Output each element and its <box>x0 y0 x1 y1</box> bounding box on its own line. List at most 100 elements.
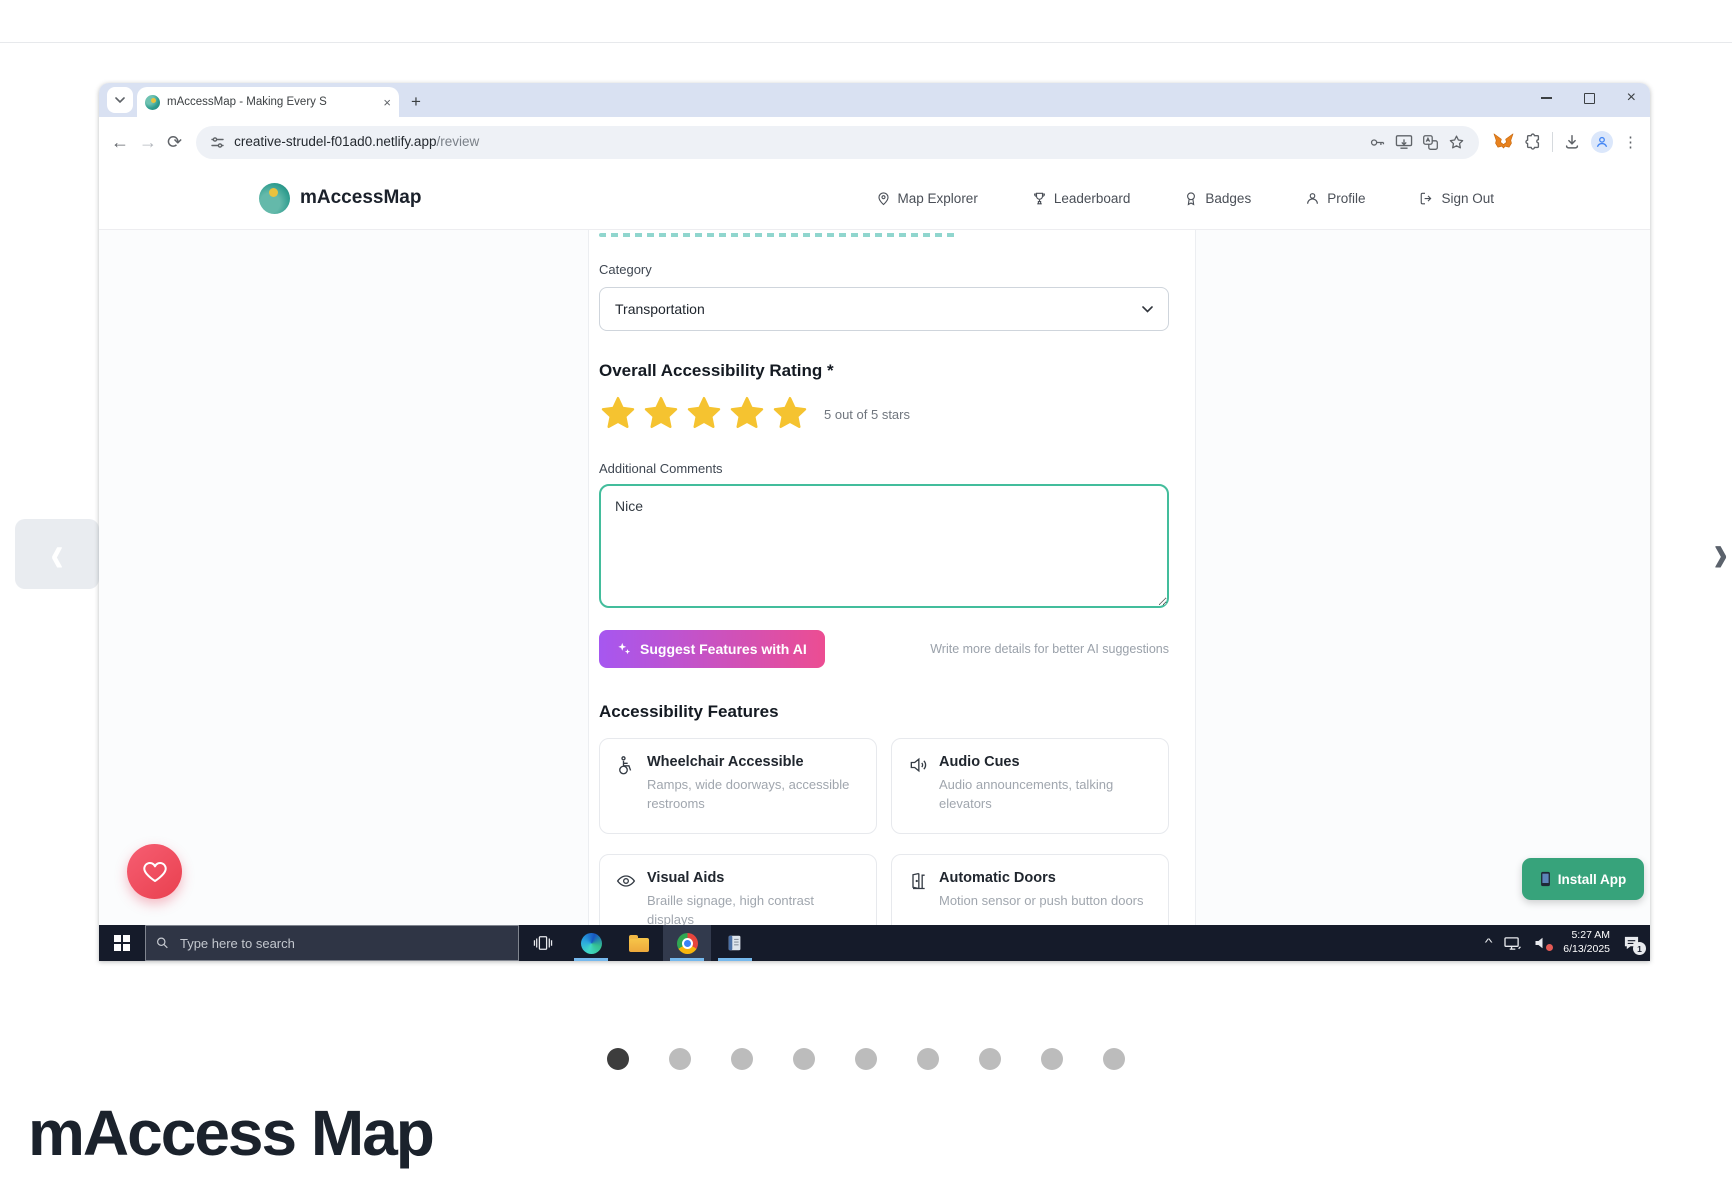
sign-out-icon <box>1419 191 1434 206</box>
star-icon[interactable] <box>728 395 766 433</box>
browser-toolbar: ← → ⟳ creative-strudel-f01ad0.netlify.ap… <box>99 117 1650 167</box>
star-icon[interactable] <box>685 395 723 433</box>
site-favicon-icon <box>145 95 160 110</box>
site-header: mAccessMap Map Explorer Leaderboard Badg… <box>99 167 1650 230</box>
install-button-label: Install App <box>1558 872 1627 887</box>
notepad-app-icon <box>726 934 744 952</box>
features-grid: Wheelchair Accessible Ramps, wide doorwa… <box>599 738 1169 925</box>
tab-close-icon[interactable]: × <box>383 96 391 109</box>
browser-window: mAccessMap - Making Every S × + × ← → ⟳ … <box>99 83 1650 961</box>
map-pin-icon <box>876 191 891 206</box>
like-fab-button[interactable] <box>127 844 182 899</box>
browser-menu-icon[interactable]: ⋮ <box>1623 135 1638 150</box>
address-bar[interactable]: creative-strudel-f01ad0.netlify.app/revi… <box>196 126 1479 159</box>
suggest-hint: Write more details for better AI suggest… <box>930 642 1169 656</box>
tab-title: mAccessMap - Making Every S <box>167 96 376 108</box>
clipped-status-text <box>599 233 959 237</box>
star-icon[interactable] <box>599 395 637 433</box>
window-close-button[interactable]: × <box>1627 90 1636 106</box>
app-taskbar-button[interactable] <box>711 925 759 961</box>
rating-caption: 5 out of 5 stars <box>824 407 910 422</box>
carousel-dot-3[interactable] <box>731 1048 753 1070</box>
feature-card-automatic-doors[interactable]: Automatic Doors Motion sensor or push bu… <box>891 854 1169 925</box>
comments-label: Additional Comments <box>599 461 1169 476</box>
tray-chevron-icon[interactable]: ^ <box>1485 937 1493 949</box>
taskbar-search-input[interactable] <box>178 935 508 952</box>
install-app-button[interactable]: Install App <box>1522 858 1644 900</box>
feature-card-wheelchair[interactable]: Wheelchair Accessible Ramps, wide doorwa… <box>599 738 877 834</box>
forward-button[interactable]: → <box>139 133 157 151</box>
extensions-puzzle-icon[interactable] <box>1524 133 1542 151</box>
suggest-button-label: Suggest Features with AI <box>640 641 807 657</box>
person-icon <box>1305 191 1320 206</box>
translate-icon[interactable] <box>1422 134 1439 151</box>
chevron-down-icon <box>1142 306 1153 313</box>
category-label: Category <box>599 262 1169 277</box>
carousel-dot-5[interactable] <box>855 1048 877 1070</box>
key-icon[interactable] <box>1369 134 1386 151</box>
download-icon[interactable] <box>1563 133 1581 151</box>
feature-card-audio-cues[interactable]: Audio Cues Audio announcements, talking … <box>891 738 1169 834</box>
sparkles-icon <box>617 642 631 656</box>
nav-item-leaderboard[interactable]: Leaderboard <box>1032 191 1131 206</box>
chrome-taskbar-button[interactable] <box>663 925 711 961</box>
feature-desc: Audio announcements, talking elevators <box>939 776 1152 814</box>
speaker-muted-icon[interactable] <box>1534 936 1550 950</box>
category-value: Transportation <box>615 301 705 317</box>
taskbar-search[interactable] <box>145 925 519 961</box>
browser-tab[interactable]: mAccessMap - Making Every S × <box>137 87 399 117</box>
brand-name: mAccessMap <box>300 187 421 209</box>
new-tab-button[interactable]: + <box>411 93 421 110</box>
monitor-icon[interactable] <box>1504 936 1521 951</box>
back-button[interactable]: ← <box>111 133 129 151</box>
edge-taskbar-button[interactable] <box>567 925 615 961</box>
profile-avatar-icon[interactable] <box>1591 131 1613 153</box>
taskbar-clock[interactable]: 5:27 AM 6/13/2025 <box>1563 929 1610 956</box>
maximize-button[interactable] <box>1584 93 1595 104</box>
carousel-dot-7[interactable] <box>979 1048 1001 1070</box>
metamask-fox-icon[interactable] <box>1493 133 1514 152</box>
carousel-dot-6[interactable] <box>917 1048 939 1070</box>
carousel-dot-2[interactable] <box>669 1048 691 1070</box>
system-tray: ^ 5:27 AM 6/13/2025 1 <box>1486 925 1650 961</box>
features-heading: Accessibility Features <box>599 702 1169 722</box>
bookmark-star-icon[interactable] <box>1448 134 1465 151</box>
carousel-next-button[interactable]: › <box>1713 527 1728 582</box>
carousel-prev-button[interactable]: ‹ <box>15 519 99 589</box>
task-view-button[interactable] <box>519 925 567 961</box>
page-title: mAccess Map <box>28 1096 433 1170</box>
start-button[interactable] <box>99 925 145 961</box>
cast-icon[interactable] <box>1395 134 1413 150</box>
clock-time: 5:27 AM <box>1563 929 1610 943</box>
heart-icon <box>143 861 167 883</box>
star-icon[interactable] <box>771 395 809 433</box>
carousel-dot-9[interactable] <box>1103 1048 1125 1070</box>
feature-title: Automatic Doors <box>939 870 1144 886</box>
carousel-dot-4[interactable] <box>793 1048 815 1070</box>
nav-item-map-explorer[interactable]: Map Explorer <box>876 191 978 206</box>
brand[interactable]: mAccessMap <box>259 183 421 214</box>
star-icon[interactable] <box>642 395 680 433</box>
feature-desc: Motion sensor or push button doors <box>939 892 1144 911</box>
feature-title: Wheelchair Accessible <box>647 754 860 770</box>
tab-search-button[interactable] <box>107 87 133 113</box>
nav-item-badges[interactable]: Badges <box>1184 191 1251 206</box>
feature-card-visual-aids[interactable]: Visual Aids Braille signage, high contra… <box>599 854 877 925</box>
feature-title: Visual Aids <box>647 870 860 886</box>
reload-button[interactable]: ⟳ <box>167 133 182 151</box>
nav-item-sign-out[interactable]: Sign Out <box>1419 191 1494 206</box>
browser-tab-strip: mAccessMap - Making Every S × + × <box>99 83 1650 117</box>
notification-center-button[interactable]: 1 <box>1623 935 1640 951</box>
carousel-dot-8[interactable] <box>1041 1048 1063 1070</box>
brand-logo-icon <box>259 183 290 214</box>
suggest-features-button[interactable]: Suggest Features with AI <box>599 630 825 668</box>
comments-textarea[interactable]: Nice <box>599 484 1169 608</box>
file-explorer-button[interactable] <box>615 925 663 961</box>
category-select[interactable]: Transportation <box>599 287 1169 331</box>
nav-item-profile[interactable]: Profile <box>1305 191 1365 206</box>
minimize-button[interactable] <box>1541 97 1552 99</box>
carousel-dot-1[interactable] <box>607 1048 629 1070</box>
clock-date: 6/13/2025 <box>1563 943 1610 957</box>
nav-label: Badges <box>1205 191 1251 206</box>
nav-label: Profile <box>1327 191 1365 206</box>
